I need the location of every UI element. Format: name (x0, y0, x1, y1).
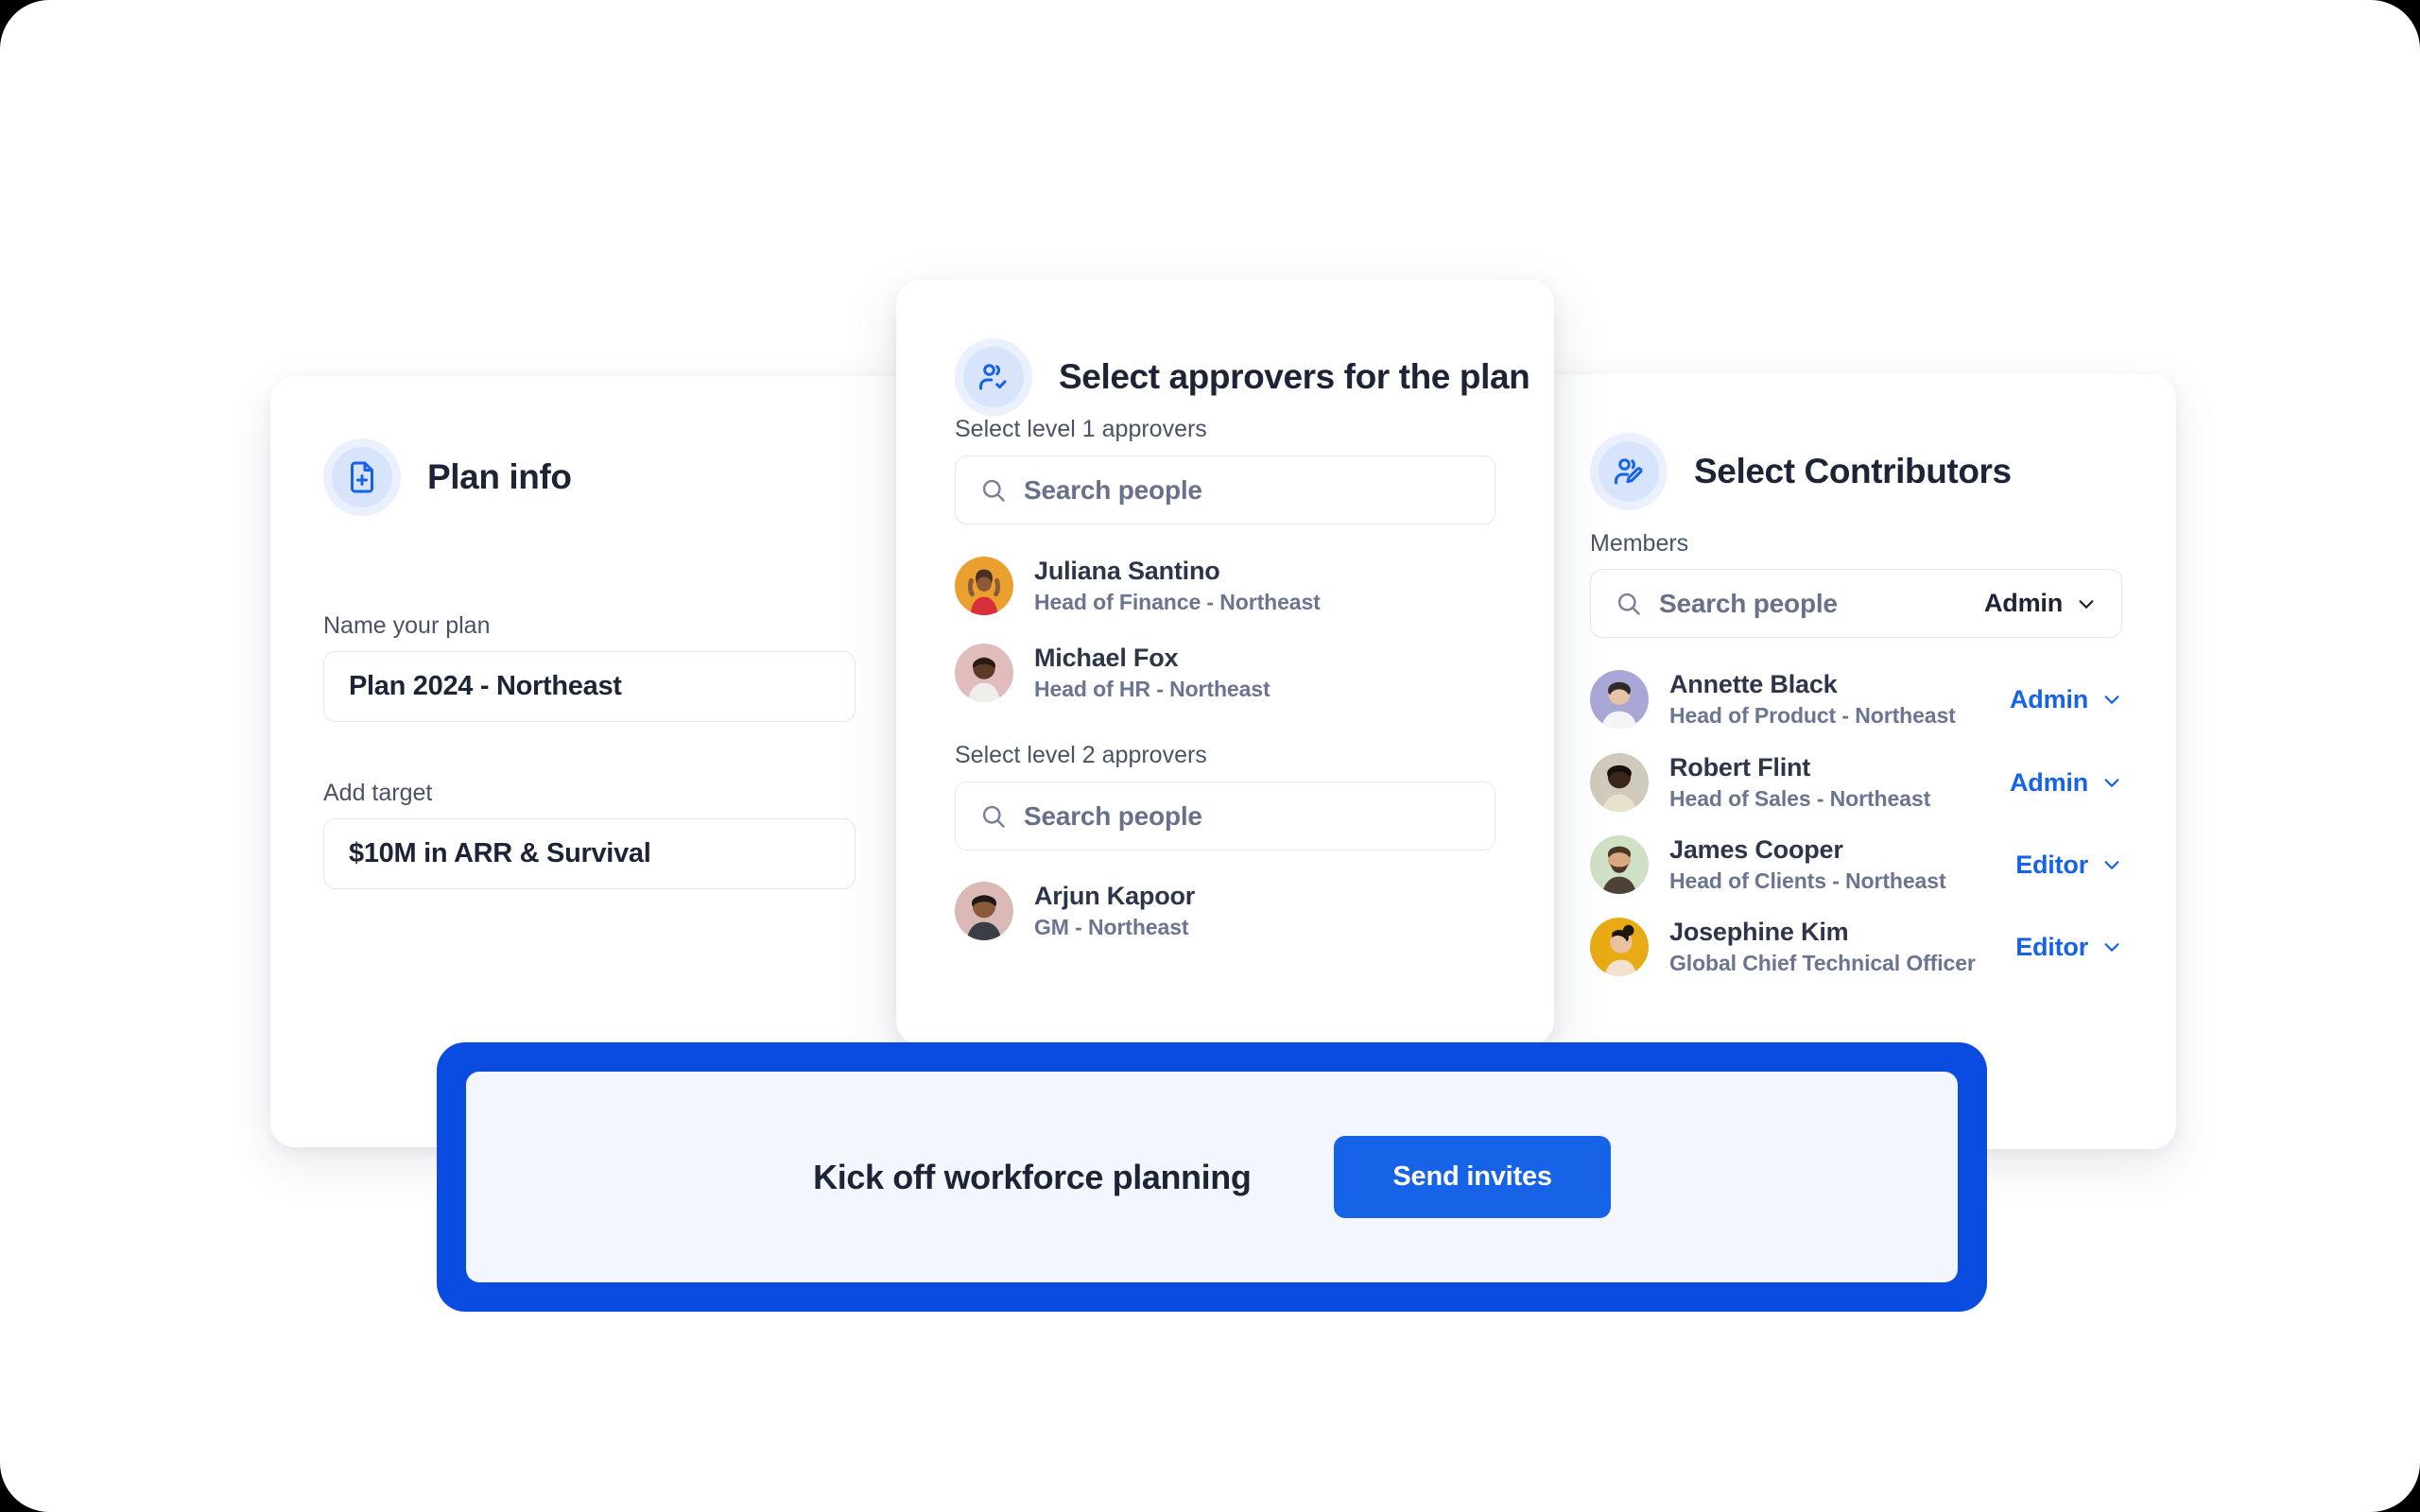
send-invites-button[interactable]: Send invites (1334, 1136, 1611, 1218)
members-label: Members (1590, 530, 1689, 557)
user-edit-icon (1590, 433, 1668, 510)
member-name: James Cooper (1669, 835, 1843, 864)
level-1-search-placeholder: Search people (1024, 474, 1202, 505)
kickoff-headline: Kick off workforce planning (813, 1157, 1252, 1196)
table-row[interactable]: Annette Black Head of Product - Northeas… (1590, 670, 2122, 730)
person-role: Head of Finance - Northeast (1034, 590, 1321, 615)
level-1-search-input[interactable]: Search people (955, 455, 1495, 524)
chevron-down-icon (2101, 854, 2122, 875)
default-role-value: Admin (1984, 589, 2063, 617)
person-name: Juliana Santino (1034, 557, 1220, 585)
chevron-down-icon (2101, 936, 2122, 957)
permission-dropdown[interactable]: Admin (2010, 768, 2122, 798)
member-role: Global Chief Technical Officer (1669, 951, 1976, 976)
level-1-approvers-label: Select level 1 approvers (955, 416, 1207, 442)
avatar (955, 882, 1013, 941)
table-row[interactable]: Josephine Kim Global Chief Technical Off… (1590, 918, 2122, 977)
contributors-title: Select Contributors (1694, 452, 2012, 490)
permission-value: Admin (2010, 684, 2088, 713)
avatar (1590, 835, 1649, 895)
member-role: Head of Clients - Northeast (1669, 868, 1946, 894)
avatar (955, 557, 1013, 616)
approvers-header: Select approvers for the plan (955, 338, 1530, 416)
chevron-down-icon (2101, 689, 2122, 710)
search-icon (980, 803, 1007, 830)
document-plus-icon (323, 438, 401, 516)
table-row[interactable]: Robert Flint Head of Sales - Northeast A… (1590, 753, 2122, 813)
kickoff-banner: Kick off workforce planning Send invites (437, 1042, 1987, 1312)
list-item[interactable]: Michael Fox Head of HR - Northeast (955, 644, 1484, 703)
chevron-down-icon (2101, 772, 2122, 793)
list-item[interactable]: Juliana Santino Head of Finance - Northe… (955, 557, 1484, 616)
approvers-title: Select approvers for the plan (1059, 357, 1530, 396)
avatar (1590, 918, 1649, 977)
plan-name-value: Plan 2024 - Northeast (349, 671, 622, 701)
name-your-plan-label: Name your plan (323, 612, 491, 639)
level-2-search-placeholder: Search people (1024, 800, 1202, 831)
chevron-down-icon (2076, 593, 2097, 614)
members-search-placeholder: Search people (1659, 588, 1838, 618)
plan-target-value: $10M in ARR & Survival (349, 838, 651, 868)
person-name: Arjun Kapoor (1034, 882, 1196, 910)
member-name: Annette Black (1669, 670, 1838, 698)
select-contributors-card: Select Contributors Members Search peopl… (1533, 374, 2176, 1149)
default-role-dropdown[interactable]: Admin (1984, 589, 2097, 618)
page-title: Plan info (427, 457, 572, 496)
permission-dropdown[interactable]: Editor (2015, 850, 2122, 880)
level-2-search-input[interactable]: Search people (955, 782, 1495, 850)
kickoff-banner-inner: Kick off workforce planning Send invites (466, 1072, 1958, 1282)
search-icon (980, 477, 1007, 504)
app-canvas: Plan info Name your plan Plan 2024 - Nor… (0, 0, 2420, 1512)
permission-dropdown[interactable]: Editor (2015, 933, 2122, 962)
member-name: Josephine Kim (1669, 918, 1849, 946)
list-item[interactable]: Arjun Kapoor GM - Northeast (955, 882, 1484, 941)
avatar (1590, 753, 1649, 813)
level-2-approvers-label: Select level 2 approvers (955, 742, 1207, 768)
members-search-input[interactable]: Search people Admin (1590, 569, 2122, 638)
avatar (955, 644, 1013, 703)
add-target-label: Add target (323, 780, 433, 806)
person-name: Michael Fox (1034, 644, 1179, 672)
person-role: Head of HR - Northeast (1034, 677, 1270, 702)
avatar (1590, 670, 1649, 730)
member-name: Robert Flint (1669, 753, 1811, 782)
permission-value: Editor (2015, 932, 2088, 961)
select-approvers-card: Select approvers for the plan Select lev… (896, 280, 1554, 1045)
permission-value: Editor (2015, 850, 2088, 879)
search-icon (1616, 591, 1642, 617)
plan-info-header: Plan info (323, 438, 572, 516)
table-row[interactable]: James Cooper Head of Clients - Northeast… (1590, 835, 2122, 895)
user-check-icon (955, 338, 1032, 416)
plan-target-input[interactable]: $10M in ARR & Survival (323, 818, 856, 889)
permission-dropdown[interactable]: Admin (2010, 685, 2122, 714)
permission-value: Admin (2010, 767, 2088, 797)
plan-name-input[interactable]: Plan 2024 - Northeast (323, 651, 856, 722)
contributors-header: Select Contributors (1590, 433, 2012, 510)
member-role: Head of Sales - Northeast (1669, 786, 1931, 812)
person-role: GM - Northeast (1034, 915, 1189, 940)
member-role: Head of Product - Northeast (1669, 703, 1956, 729)
